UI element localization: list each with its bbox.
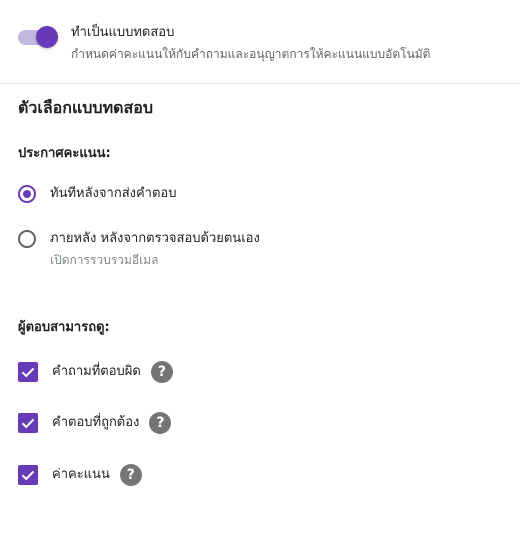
release-immediately-text: ทันทีหลังจากส่งคำตอบ: [50, 185, 176, 203]
make-quiz-toggle[interactable]: [18, 25, 60, 49]
correct-answers-label: คำตอบที่ถูกต้อง: [52, 415, 140, 430]
release-later-option[interactable]: ภายหลัง หลังจากตรวจสอบด้วยตนเอง เปิดการร…: [18, 230, 260, 268]
checkbox-checked-icon[interactable]: [18, 465, 38, 485]
check-mark-icon: [21, 418, 35, 429]
checkbox-checked-icon[interactable]: [18, 413, 38, 433]
make-quiz-row: ทำเป็นแบบทดสอบ กำหนดค่าคะแนนให้กับคำถามแ…: [18, 24, 510, 62]
release-immediately-option[interactable]: ทันทีหลังจากส่งคำตอบ: [18, 185, 176, 203]
missed-questions-label: คำถามที่ตอบผิด: [52, 364, 141, 379]
point-values-label: ค่าคะแนน: [52, 467, 110, 482]
check-mark-icon: [21, 470, 35, 481]
respondent-can-see-label: ผู้ตอบสามารถดู:: [18, 320, 110, 335]
missed-questions-option[interactable]: คำถามที่ตอบผิด ?: [18, 361, 173, 383]
section-divider: [0, 83, 520, 84]
radio-unselected-icon[interactable]: [18, 230, 36, 248]
radio-selected-icon[interactable]: [18, 185, 36, 203]
release-later-label: ภายหลัง หลังจากตรวจสอบด้วยตนเอง: [50, 231, 260, 246]
correct-answers-option[interactable]: คำตอบที่ถูกต้อง ?: [18, 412, 172, 434]
help-circle-icon[interactable]: ?: [119, 464, 142, 486]
help-circle-icon[interactable]: ?: [150, 361, 173, 383]
release-immediately-label: ทันทีหลังจากส่งคำตอบ: [50, 186, 177, 201]
release-later-sublabel: เปิดการรวบรวมอีเมล: [50, 253, 159, 267]
check-mark-icon: [21, 367, 35, 378]
make-quiz-description: กำหนดค่าคะแนนให้กับคำถามและอนุญาตการให้ค…: [71, 47, 431, 61]
release-grade-label: ประกาศคะแนน:: [18, 146, 111, 161]
point-values-option[interactable]: ค่าคะแนน ?: [18, 464, 142, 486]
quiz-settings-panel: ทำเป็นแบบทดสอบ กำหนดค่าคะแนนให้กับคำถามแ…: [0, 0, 520, 542]
help-circle-icon[interactable]: ?: [149, 412, 172, 434]
make-quiz-title: ทำเป็นแบบทดสอบ: [71, 25, 175, 40]
checkbox-checked-icon[interactable]: [18, 362, 38, 382]
make-quiz-text: ทำเป็นแบบทดสอบ กำหนดค่าคะแนนให้กับคำถามแ…: [71, 24, 430, 62]
toggle-switch-icon-thumb: [36, 26, 58, 48]
quiz-options-title: ตัวเลือกแบบทดสอบ: [18, 98, 154, 117]
release-later-text: ภายหลัง หลังจากตรวจสอบด้วยตนเอง เปิดการร…: [50, 230, 260, 268]
